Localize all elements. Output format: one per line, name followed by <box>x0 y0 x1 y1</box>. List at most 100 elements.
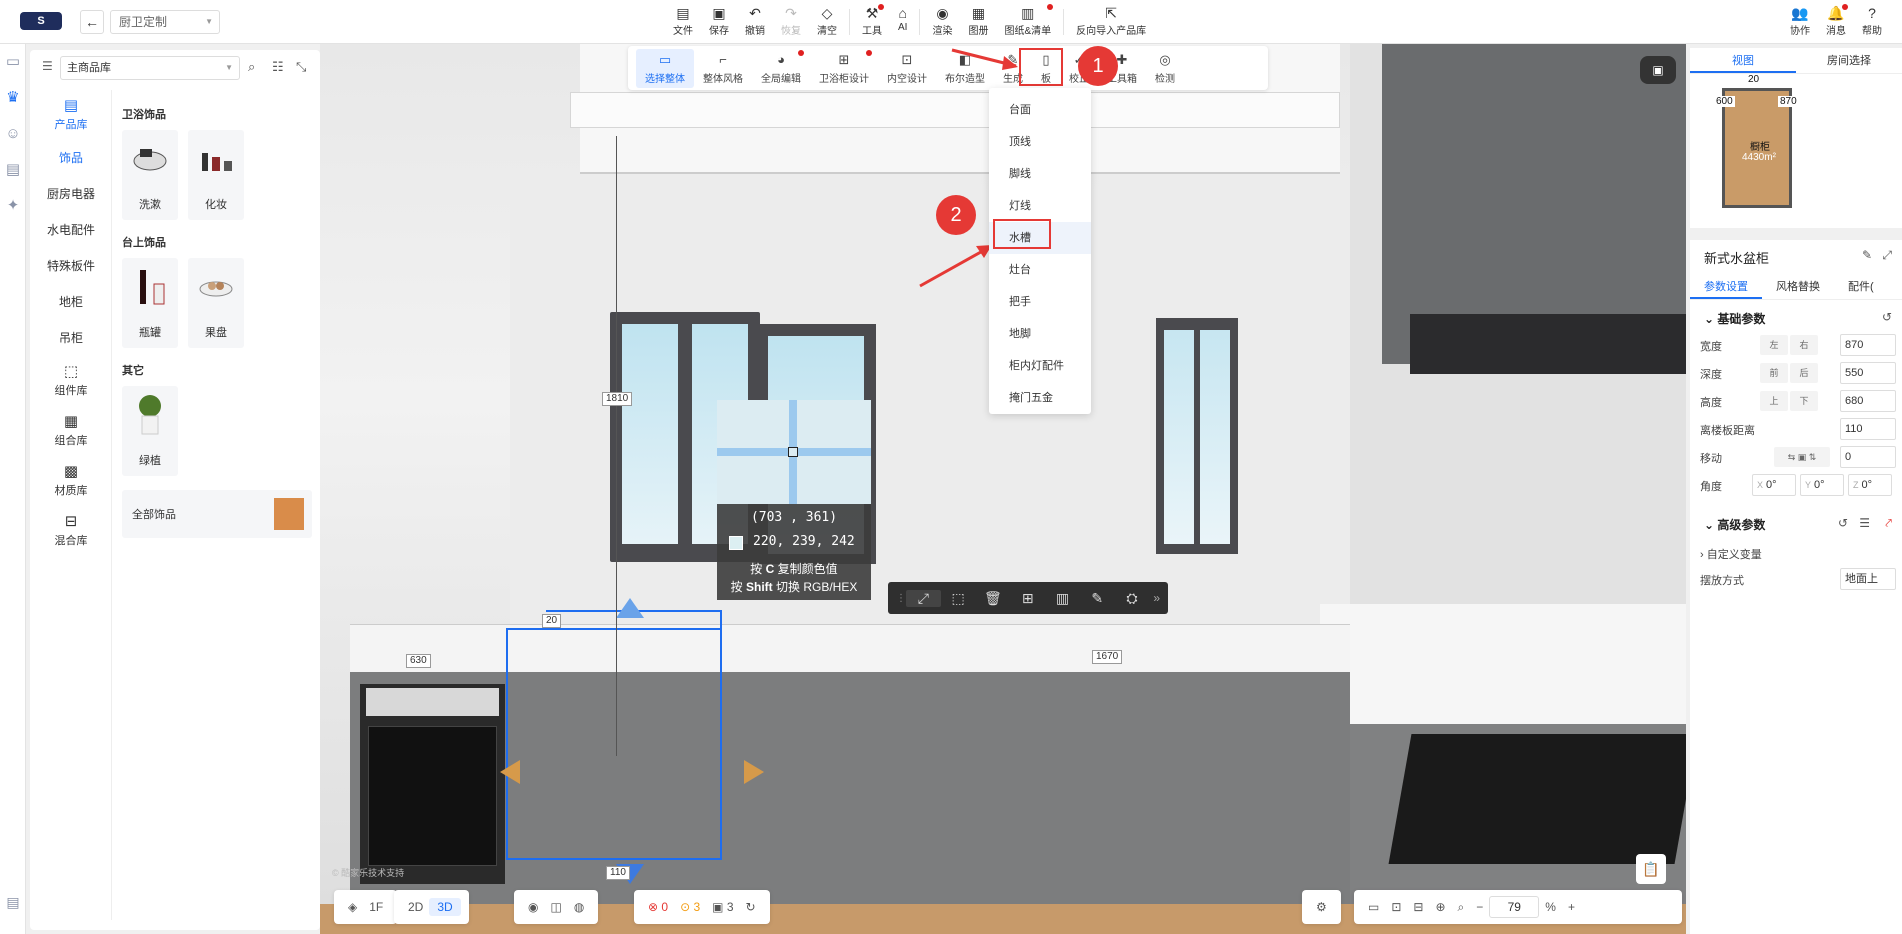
category-item[interactable]: 厨房电器 <box>30 176 112 212</box>
trash-icon[interactable]: 🗑 <box>976 590 1011 607</box>
check-button[interactable]: ◎ 检测 <box>1146 52 1184 85</box>
global-edit-button[interactable]: ◕ 全局编辑 <box>752 49 810 85</box>
library-material[interactable]: ▩ 材质库 <box>30 456 112 506</box>
menu-item-countertop[interactable]: 台面 <box>989 94 1091 126</box>
compass-icon[interactable]: ◍ <box>568 900 590 914</box>
reset-icon[interactable]: ↺ <box>1838 516 1848 530</box>
move-mode-icons[interactable]: ⇆ ▣ ⇅ <box>1774 447 1830 467</box>
zoom-out-button[interactable]: − <box>1470 900 1489 914</box>
undo-button[interactable]: ↶ 撤销 <box>737 4 773 40</box>
image-icon[interactable]: ▭ <box>1362 900 1385 914</box>
dimension-label[interactable]: 1810 <box>602 392 633 406</box>
sidebar-cabinet-button[interactable]: ▤ <box>0 152 26 188</box>
floor-selector[interactable]: ◈ 1F <box>334 890 398 924</box>
range-hood[interactable] <box>1410 314 1686 374</box>
save-button[interactable]: ▣ 保存 <box>701 4 737 40</box>
library-select[interactable]: 主商品库 ▼ <box>60 56 240 80</box>
sidebar-crown-button[interactable]: ♛ <box>0 80 26 116</box>
project-select[interactable]: 厨卫定制 ▼ <box>110 10 220 34</box>
product-card[interactable]: 化妆 <box>188 130 244 220</box>
message-button[interactable]: 🔔 消息 <box>1818 4 1854 37</box>
bath-cabinet-design-button[interactable]: ⊞ 卫浴柜设计 <box>810 49 878 85</box>
tool-button[interactable]: ⚒ 工具 <box>854 4 890 40</box>
angle-x-input[interactable]: X 0° <box>1752 474 1796 496</box>
edit-icon[interactable]: ✎ <box>1862 248 1872 262</box>
library-component[interactable]: ⬚ 组件库 <box>30 356 112 406</box>
dimension-label[interactable]: 1670 <box>1092 650 1123 664</box>
oven[interactable] <box>360 684 505 884</box>
product-card[interactable]: 瓶罐 <box>122 258 178 348</box>
menu-item-top-line[interactable]: 顶线 <box>989 126 1091 158</box>
zoom-region-icon[interactable]: ⌕ <box>1452 900 1471 915</box>
sidebar-home-button[interactable]: ▭ <box>0 44 26 80</box>
collab-button[interactable]: 👥 协作 <box>1782 4 1818 37</box>
back-button[interactable]: ← <box>80 10 104 34</box>
album-button[interactable]: ▦ 图册 <box>960 4 996 40</box>
lock-right-toggle[interactable]: 右 <box>1790 335 1818 355</box>
dimension-label[interactable]: 110 <box>606 866 630 880</box>
width-input[interactable]: 870 <box>1840 334 1896 356</box>
split-icon[interactable]: ▥ <box>1045 590 1080 607</box>
move-right-handle[interactable] <box>744 760 764 784</box>
menu-item-foot-line[interactable]: 脚线 <box>989 158 1091 190</box>
copy-add-icon[interactable]: ⊞ <box>1010 590 1045 607</box>
focus-icon[interactable]: ⊕ <box>1429 900 1451 914</box>
select-frame-icon[interactable]: ⬚ <box>941 590 976 607</box>
search-icon[interactable]: ⌕ <box>248 59 255 75</box>
expand-icon[interactable]: ⤢ <box>1882 248 1892 263</box>
file-button[interactable]: ▤ 文件 <box>665 4 701 40</box>
menu-item-stove[interactable]: 灶台 <box>989 254 1091 286</box>
ai-assistant-button[interactable]: ▣ <box>1640 56 1676 84</box>
list-icon[interactable]: ☰ <box>42 59 53 73</box>
tab-view[interactable]: 视图 <box>1690 48 1796 73</box>
basic-params-header[interactable]: ⌄ 基础参数 <box>1704 310 1765 327</box>
mode-3d-button[interactable]: 3D <box>429 898 461 916</box>
clipboard-button[interactable]: 📋 <box>1636 854 1666 884</box>
category-item[interactable]: 地柜 <box>30 284 112 320</box>
lock-top-toggle[interactable]: 上 <box>1760 391 1788 411</box>
warning-count[interactable]: ⊙ 3 <box>674 900 706 914</box>
link-icon[interactable]: ⤤ <box>1885 516 1892 531</box>
drag-handle-icon[interactable]: ⋮ <box>896 593 906 604</box>
menu-item-foot[interactable]: 地脚 <box>989 318 1091 350</box>
sidebar-bottom-button[interactable]: ▤ <box>2 894 24 916</box>
move-up-handle[interactable] <box>616 598 644 618</box>
category-item[interactable]: 吊柜 <box>30 320 112 356</box>
lock-front-toggle[interactable]: 前 <box>1760 363 1788 383</box>
selected-sink-cabinet[interactable] <box>506 628 722 860</box>
lock-back-toggle[interactable]: 后 <box>1790 363 1818 383</box>
clear-button[interactable]: ◇ 清空 <box>809 4 845 40</box>
help-button[interactable]: ? 帮助 <box>1854 4 1890 37</box>
reverse-import-button[interactable]: ⇱ 反向导入产品库 <box>1068 4 1154 40</box>
category-item[interactable]: 水电配件 <box>30 212 112 248</box>
height-input[interactable]: 680 <box>1840 390 1896 412</box>
mode-2d-button[interactable]: 2D <box>402 900 429 914</box>
zoom-in-button[interactable]: + <box>1562 900 1581 914</box>
advanced-params-header[interactable]: ⌄ 高级参数 <box>1704 516 1765 533</box>
fit-view-icon[interactable]: ⊡ <box>1385 900 1407 914</box>
scale-icon[interactable]: ⤢ <box>906 589 941 607</box>
settings-toggle[interactable]: ⚙ <box>1302 890 1341 924</box>
countertop-left[interactable] <box>350 624 1350 672</box>
product-card[interactable]: 洗漱 <box>122 130 178 220</box>
drawing-list-button[interactable]: ▥ 图纸&清单 <box>996 4 1059 40</box>
move-left-handle[interactable] <box>500 760 520 784</box>
eye-icon[interactable]: ◉ <box>522 900 544 914</box>
menu-item-cabinet-light[interactable]: 柜内灯配件 <box>989 350 1091 382</box>
product-card[interactable]: 绿植 <box>122 386 178 476</box>
library-product[interactable]: ▤ 产品库 <box>30 90 112 140</box>
select-whole-button[interactable]: ▭ 选择整体 <box>636 48 694 88</box>
depth-input[interactable]: 550 <box>1840 362 1896 384</box>
redo-button[interactable]: ↷ 恢复 <box>773 4 809 40</box>
sidebar-user-button[interactable]: ☺ <box>0 116 26 152</box>
zoom-value[interactable]: 79 <box>1489 896 1540 918</box>
tab-accessories[interactable]: 配件( <box>1834 274 1888 299</box>
sidebar-plugin-button[interactable]: ✦ <box>0 188 26 224</box>
angle-z-input[interactable]: Z 0° <box>1848 474 1892 496</box>
lock-left-toggle[interactable]: 左 <box>1760 335 1788 355</box>
dimension-label[interactable]: 630 <box>406 654 431 668</box>
menu-item-door-hardware[interactable]: 掩门五金 <box>989 382 1091 414</box>
library-combo[interactable]: ▦ 组合库 <box>30 406 112 456</box>
collapse-icon[interactable]: ⤡ <box>296 59 306 75</box>
tab-params[interactable]: 参数设置 <box>1690 274 1762 299</box>
